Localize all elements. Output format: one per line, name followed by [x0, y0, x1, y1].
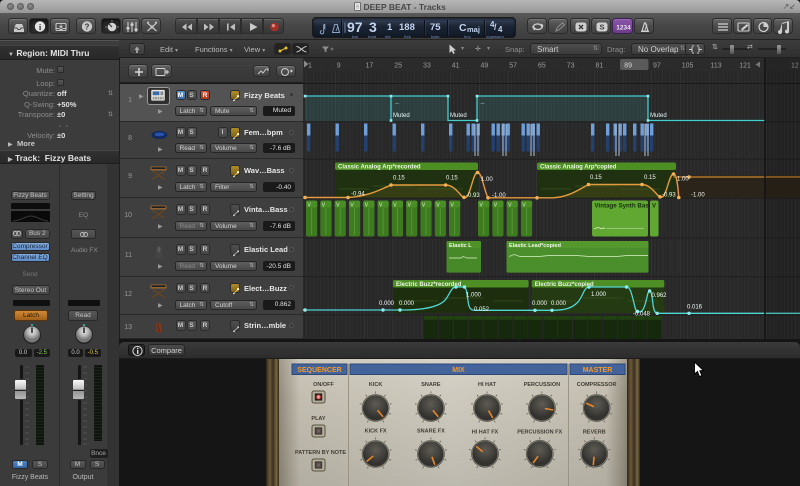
svg-text:0.15: 0.15	[590, 175, 602, 181]
svg-text:89: 89	[624, 63, 632, 70]
svg-text:SNARE: SNARE	[421, 382, 441, 388]
svg-text:41: 41	[452, 63, 460, 70]
svg-text:12: 12	[791, 63, 799, 70]
svg-text:Vintage Synth Bas: Vintage Synth Bas	[595, 203, 650, 210]
svg-text:105: 105	[682, 63, 694, 70]
svg-text:25: 25	[394, 63, 402, 70]
svg-text:1.000: 1.000	[466, 293, 482, 299]
svg-text:HI HAT: HI HAT	[478, 382, 497, 388]
svg-text:57: 57	[509, 63, 517, 70]
svg-text:MASTER: MASTER	[583, 367, 613, 374]
svg-text:0.000: 0.000	[532, 301, 548, 307]
svg-text:65: 65	[538, 63, 546, 70]
svg-text:KICK: KICK	[369, 382, 382, 388]
svg-text:-1.00: -1.00	[492, 193, 506, 199]
svg-text:0.15: 0.15	[644, 175, 656, 181]
svg-text:9: 9	[337, 63, 341, 70]
svg-text:--: --	[395, 101, 399, 107]
svg-text:97: 97	[653, 63, 661, 70]
svg-text:-0.94: -0.94	[351, 192, 365, 198]
svg-text:1.00: 1.00	[481, 177, 493, 183]
svg-text:0.962: 0.962	[652, 293, 668, 299]
svg-text:113: 113	[711, 63, 722, 70]
svg-text:1: 1	[308, 63, 312, 70]
svg-text:PERCUSSION FX: PERCUSSION FX	[517, 430, 562, 436]
svg-text:Muted: Muted	[393, 113, 410, 119]
svg-text:1.000: 1.000	[591, 292, 607, 298]
svg-text:Electric Buzz*copied: Electric Buzz*copied	[535, 282, 594, 288]
svg-text:-1.00: -1.00	[691, 193, 705, 199]
svg-text:-0.93: -0.93	[662, 193, 676, 199]
svg-text:Muted: Muted	[450, 113, 467, 119]
svg-text:121: 121	[739, 63, 751, 70]
svg-text:0.052: 0.052	[474, 307, 490, 313]
svg-text:Elastic Lead*copied: Elastic Lead*copied	[509, 243, 561, 249]
svg-text:0.000: 0.000	[379, 301, 395, 307]
svg-text:49: 49	[481, 63, 489, 70]
svg-text:Elastic L: Elastic L	[449, 243, 472, 249]
svg-text:PERCUSSION: PERCUSSION	[524, 382, 560, 388]
svg-text:0.016: 0.016	[687, 305, 703, 311]
svg-text:--: --	[481, 101, 485, 107]
svg-text:81: 81	[596, 63, 604, 70]
svg-text:1.00: 1.00	[677, 177, 689, 183]
svg-text:SNARE FX: SNARE FX	[417, 429, 445, 435]
svg-text:73: 73	[567, 63, 575, 70]
svg-text:0.15: 0.15	[393, 176, 405, 182]
svg-text:KICK FX: KICK FX	[365, 429, 387, 435]
svg-text:-0.93: -0.93	[466, 193, 480, 199]
svg-text:PLAY: PLAY	[311, 416, 325, 422]
svg-text:?: ?	[85, 23, 90, 32]
svg-text:1234: 1234	[616, 25, 631, 32]
svg-text:0.000: 0.000	[399, 301, 415, 307]
svg-text:Classic Analog Arp*copied: Classic Analog Arp*copied	[540, 165, 617, 171]
svg-text:COMPRESSOR: COMPRESSOR	[577, 382, 617, 388]
svg-text:Classic Analog Arp*recorded: Classic Analog Arp*recorded	[338, 165, 421, 171]
svg-text:PATTERN BY NOTE: PATTERN BY NOTE	[295, 450, 346, 456]
svg-text:33: 33	[423, 63, 431, 70]
svg-text:17: 17	[366, 63, 374, 70]
svg-text:S: S	[599, 22, 604, 31]
svg-text:Electric Buzz*recorded: Electric Buzz*recorded	[396, 282, 462, 288]
svg-text:SEQUENCER: SEQUENCER	[297, 367, 341, 374]
svg-text:0.000: 0.000	[551, 301, 567, 307]
svg-text:REVERB: REVERB	[583, 430, 606, 436]
svg-text:ON/OFF: ON/OFF	[313, 382, 334, 388]
svg-text:Muted: Muted	[650, 113, 667, 119]
svg-text:0.15: 0.15	[446, 176, 458, 182]
svg-text:V: V	[652, 204, 656, 210]
svg-text:HI HAT FX: HI HAT FX	[472, 430, 499, 436]
svg-text:MIX: MIX	[452, 367, 465, 374]
